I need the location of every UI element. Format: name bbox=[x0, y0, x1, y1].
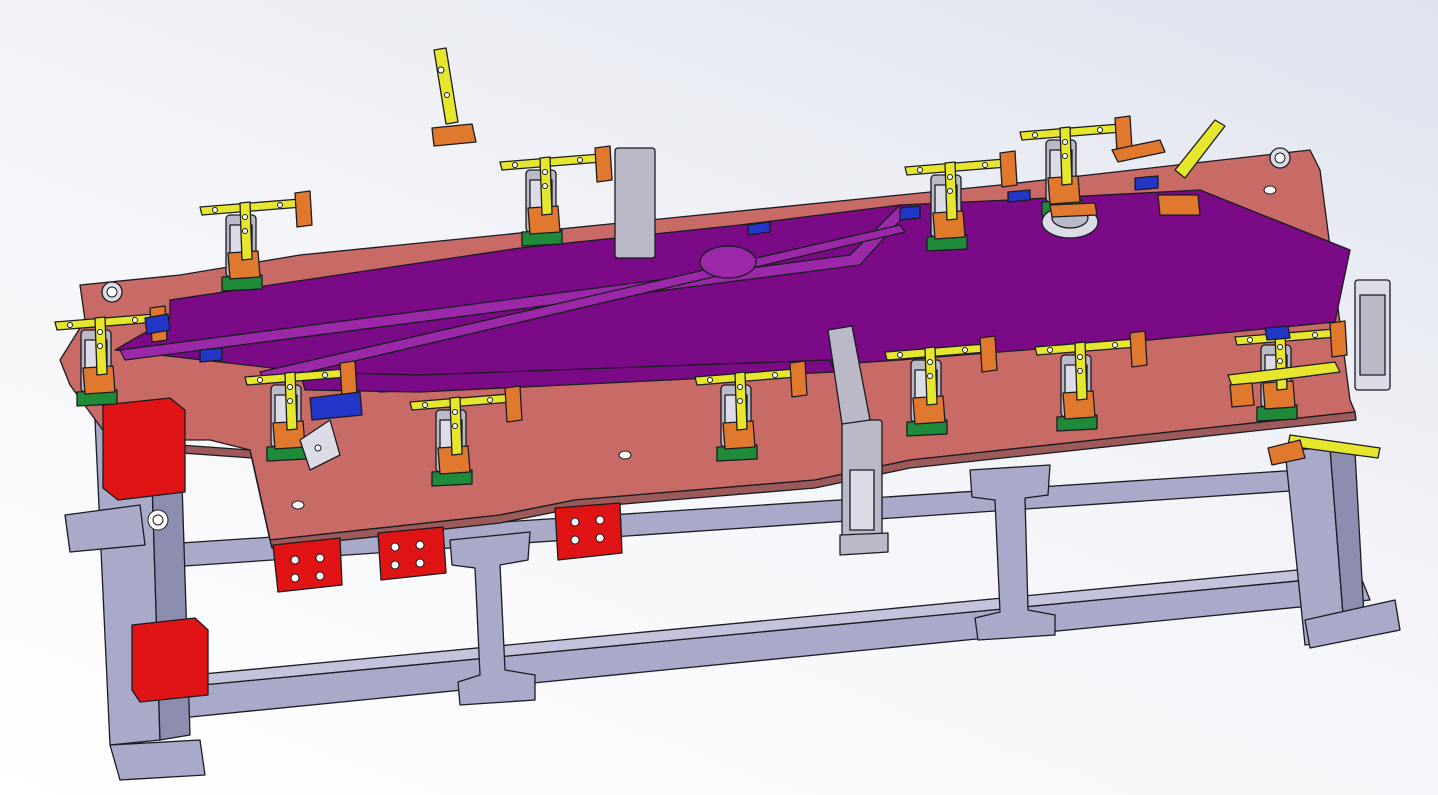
detached-clamp-arm bbox=[431, 47, 477, 147]
fixture-assembly-model[interactable] bbox=[0, 0, 1438, 795]
cad-viewport[interactable] bbox=[0, 0, 1438, 795]
round-locator bbox=[1041, 202, 1099, 239]
